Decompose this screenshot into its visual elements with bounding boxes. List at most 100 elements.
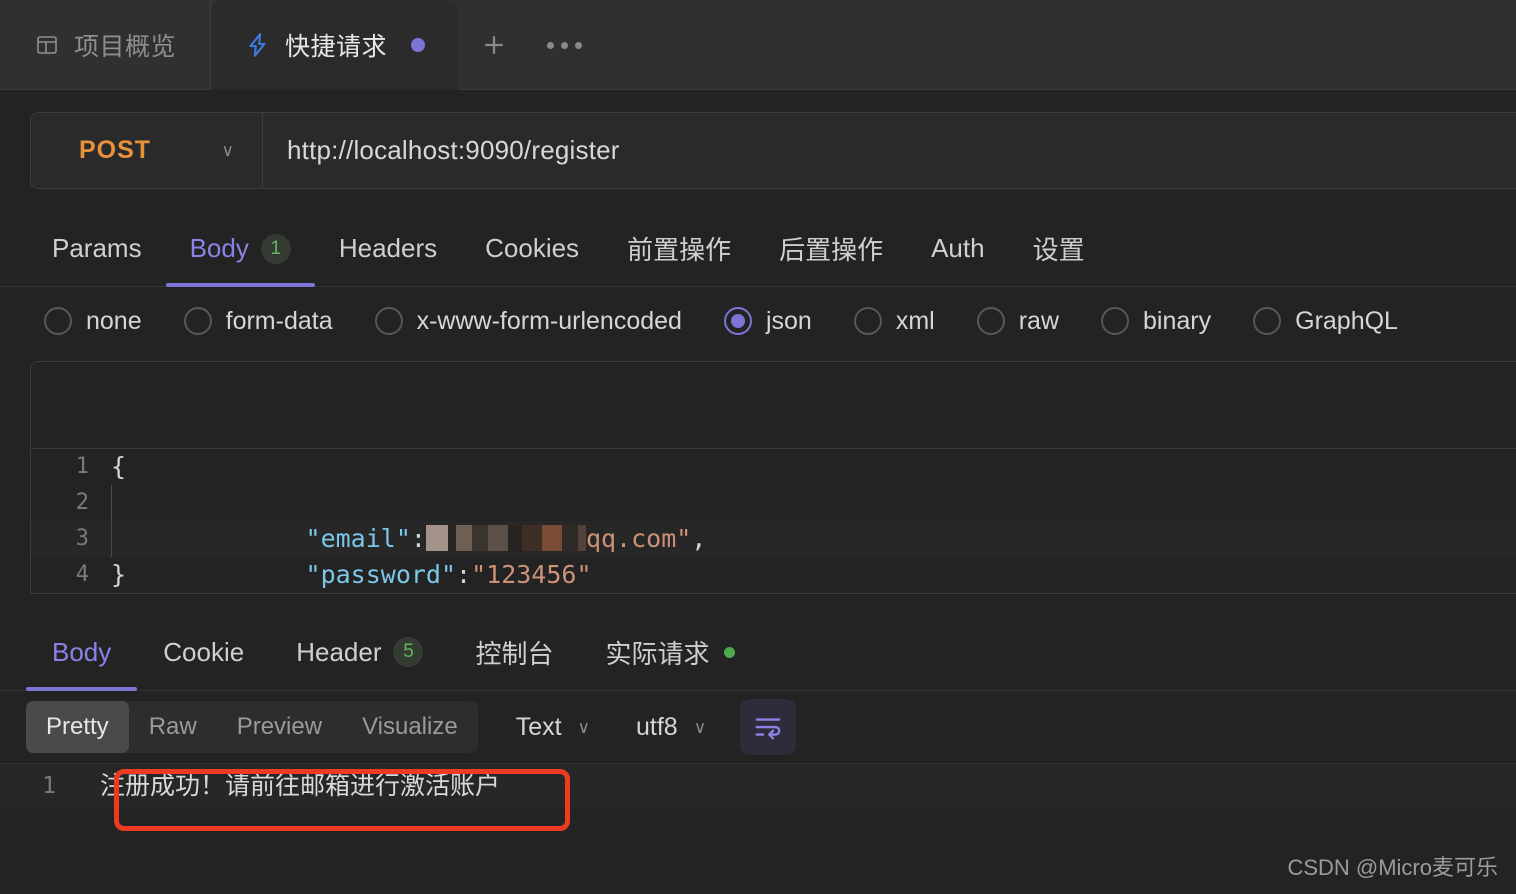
request-tab-post-operation[interactable]: 后置操作 (755, 211, 907, 286)
response-body-panel: 1 注册成功！请前往邮箱进行激活账户 CSDN @Micro麦可乐 (0, 763, 1516, 894)
body-type-label: x-www-form-urlencoded (416, 306, 682, 335)
response-line: 1 注册成功！请前往邮箱进行激活账户 (0, 764, 1516, 808)
radio-icon (1101, 307, 1130, 335)
redacted-email-mosaic (425, 525, 586, 551)
response-tab-badge: 5 (393, 637, 424, 667)
ellipsis-icon (546, 41, 582, 49)
watermark-text: CSDN @Micro麦可乐 (1287, 855, 1498, 880)
response-encoding-value: utf8 (636, 712, 678, 741)
request-tab-label: Headers (338, 233, 438, 263)
body-type-x-www-form-urlencoded[interactable]: x-www-form-urlencoded (374, 306, 682, 336)
new-tab-button[interactable] (459, 0, 529, 90)
radio-icon (44, 307, 72, 335)
request-code-area[interactable]: 1 { 2 "email": qq.com", 3 "password":"123… (31, 449, 1516, 593)
request-tab-label: 设置 (1032, 235, 1085, 265)
line-number: 1 (75, 454, 89, 479)
api-client-window: 项目概览 快捷请求 POST ∨ http://localhost:9090/r… (0, 0, 1516, 894)
request-tab-label: 前置操作 (627, 235, 732, 265)
response-body-text: 注册成功！请前往邮箱进行激活账户 (100, 772, 501, 800)
radio-icon (374, 307, 403, 335)
code-token-password-key: "password" (305, 560, 457, 589)
response-format-select[interactable]: Text ∨ (508, 713, 598, 742)
response-tab-header[interactable]: Header 5 (270, 614, 449, 690)
body-type-binary[interactable]: binary (1101, 307, 1211, 336)
tab-label: 项目概览 (74, 33, 177, 61)
response-tab-label: Body (52, 636, 112, 667)
request-tab-body[interactable]: Body 1 (165, 211, 316, 287)
tab-project-overview[interactable]: 项目概览 (0, 0, 212, 90)
body-type-raw[interactable]: raw (976, 306, 1060, 336)
wrap-text-button[interactable] (740, 699, 797, 755)
url-input[interactable]: http://localhost:9090/register (263, 113, 1516, 188)
response-encoding-select[interactable]: utf8 ∨ (628, 713, 714, 742)
response-tab-label: Cookie (163, 636, 245, 667)
tab-label: 快捷请求 (285, 33, 388, 61)
indent-guide (111, 521, 112, 557)
body-type-label: json (765, 306, 812, 335)
radio-icon (183, 307, 212, 335)
tab-quick-request[interactable]: 快捷请求 (211, 0, 460, 90)
response-tab-cookie[interactable]: Cookie (137, 614, 270, 690)
lightning-bolt-icon (245, 32, 271, 58)
request-editor-toolbar (31, 362, 1516, 449)
url-bar: POST ∨ http://localhost:9090/register (30, 112, 1516, 189)
request-tab-bar: Params Body 1 Headers Cookies 前置操作 后置操作 … (0, 211, 1516, 287)
request-tab-pre-operation[interactable]: 前置操作 (603, 211, 755, 286)
radio-icon (853, 307, 882, 335)
code-line: 1 { (31, 449, 1516, 485)
view-mode-preview[interactable]: Preview (217, 701, 342, 753)
view-mode-raw[interactable]: Raw (129, 701, 217, 753)
status-indicator-dot (723, 646, 735, 658)
request-tab-settings[interactable]: 设置 (1009, 211, 1109, 286)
response-tab-actual-request[interactable]: 实际请求 (580, 614, 761, 690)
response-line (0, 808, 1516, 852)
chevron-down-icon: ∨ (693, 717, 707, 737)
request-tab-auth[interactable]: Auth (907, 211, 1009, 286)
request-tab-label: 后置操作 (779, 235, 884, 265)
line-number: 4 (75, 562, 89, 587)
body-type-label: binary (1143, 306, 1212, 335)
line-number: 1 (42, 773, 56, 799)
body-type-none[interactable]: none (44, 307, 142, 336)
request-tab-headers[interactable]: Headers (315, 211, 461, 286)
body-type-form-data[interactable]: form-data (183, 306, 333, 336)
response-toolbar: Pretty Raw Preview Visualize Text ∨ utf8… (0, 691, 1516, 763)
response-tab-label: 控制台 (475, 638, 554, 669)
response-tab-console[interactable]: 控制台 (449, 614, 579, 690)
request-tab-cookies[interactable]: Cookies (461, 211, 603, 286)
layout-panel-icon (34, 32, 60, 58)
request-body-editor: 1 { 2 "email": qq.com", 3 "password":"123… (30, 361, 1516, 594)
indent-guide (111, 485, 112, 521)
unsaved-indicator-dot (411, 38, 426, 52)
body-type-radio-group: none form-data x-www-form-urlencoded jso… (0, 287, 1516, 355)
body-type-label: form-data (225, 306, 333, 335)
chevron-down-icon: ∨ (577, 717, 590, 737)
radio-icon (976, 307, 1005, 335)
code-token-brace-close: } (111, 560, 127, 589)
body-type-label: xml (895, 306, 935, 335)
response-tab-body[interactable]: Body (26, 614, 138, 691)
body-type-label: GraphQL (1295, 306, 1398, 335)
request-tab-label: Body (189, 233, 249, 263)
chevron-down-icon: ∨ (221, 141, 234, 160)
view-mode-pretty[interactable]: Pretty (26, 701, 129, 753)
code-line: 2 "email": qq.com", (31, 485, 1516, 553)
body-type-label: raw (1018, 306, 1060, 335)
http-method-value: POST (79, 136, 152, 164)
response-tab-label: Header (296, 636, 382, 667)
http-method-select[interactable]: POST ∨ (31, 113, 263, 188)
tab-overflow-menu-button[interactable] (529, 0, 599, 90)
body-type-graphql[interactable]: GraphQL (1253, 307, 1398, 336)
code-token-comma: , (691, 524, 707, 553)
response-tab-bar: Body Cookie Header 5 控制台 实际请求 (0, 614, 1516, 691)
body-type-xml[interactable]: xml (853, 306, 935, 336)
code-token-email-domain: qq.com" (585, 524, 692, 553)
request-tab-params[interactable]: Params (28, 211, 166, 286)
response-view-mode-group: Pretty Raw Preview Visualize (26, 701, 478, 753)
line-number: 2 (75, 490, 89, 515)
radio-icon (1253, 307, 1282, 335)
body-type-json[interactable]: json (723, 306, 812, 336)
code-token-password-value: "123456" (471, 560, 592, 589)
view-mode-visualize[interactable]: Visualize (342, 701, 478, 753)
request-tab-badge: 1 (260, 233, 291, 264)
